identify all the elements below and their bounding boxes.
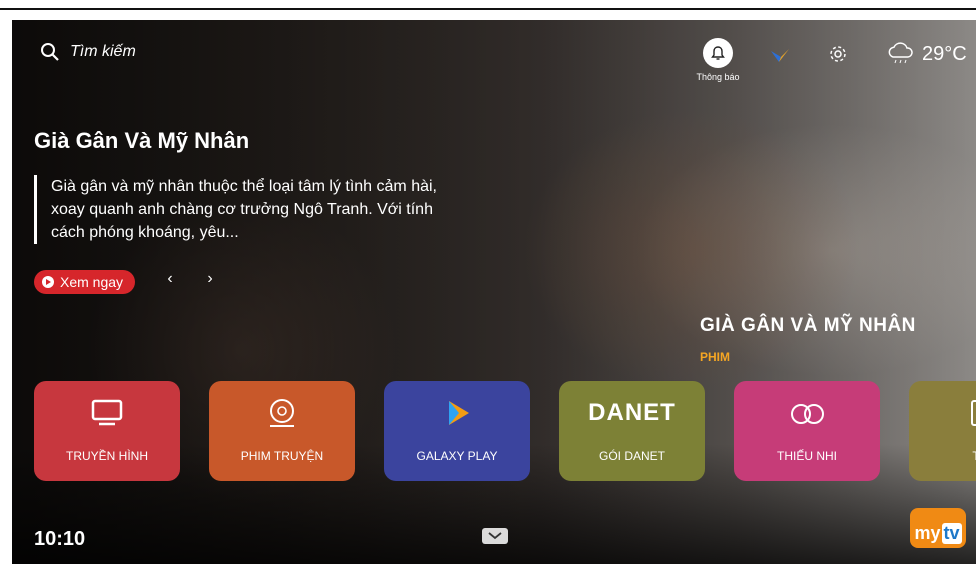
mytv-logo: my tv	[910, 508, 966, 548]
weather-widget: 29°C	[886, 42, 967, 66]
kids-icon	[734, 397, 880, 429]
window-top-border	[0, 8, 976, 10]
film-reel-icon	[209, 397, 355, 429]
tile-label: PHIM TRUYỆN	[240, 449, 324, 463]
vnpt-logo-icon[interactable]	[770, 48, 790, 69]
rain-cloud-icon	[888, 42, 913, 64]
clock: 10:10	[34, 528, 86, 550]
poster-title: GIÀ GÂN VÀ MỸ NHÂN	[700, 315, 916, 336]
tile-label: THIẾU NHI	[777, 449, 837, 463]
poster-subtitle: PHIM	[700, 350, 730, 364]
tile-label: TRUYỀN HÌNH	[65, 449, 148, 463]
watch-now-button[interactable]: Xem ngay	[34, 270, 136, 294]
tile-goi-danet[interactable]: DANET GÓI DANET	[559, 381, 705, 481]
search-bar[interactable]: Tìm kiếm	[40, 42, 136, 62]
temperature: 29°C	[922, 42, 967, 65]
tile-label: TIN	[909, 449, 976, 463]
gear-icon[interactable]	[828, 44, 848, 69]
tile-label: GÓI DANET	[598, 449, 665, 463]
hero-description: Già gân và mỹ nhân thuộc thể loại tâm lý…	[34, 175, 451, 244]
tile-thieu-nhi[interactable]: THIẾU NHI	[734, 381, 880, 481]
tile-label: GALAXY PLAY	[416, 449, 498, 463]
watch-now-label: Xem ngay	[60, 274, 124, 290]
next-banner-button[interactable]: ›	[200, 270, 220, 288]
prev-banner-button[interactable]: ‹	[160, 270, 180, 288]
tile-galaxy-play[interactable]: GALAXY PLAY	[384, 381, 530, 481]
tile-truyen-hinh[interactable]: TRUYỀN HÌNH	[34, 381, 180, 481]
search-icon	[41, 43, 59, 61]
tile-tin[interactable]: TIN	[909, 381, 976, 481]
bell-icon	[703, 38, 733, 68]
tv-icon	[34, 397, 180, 429]
news-icon	[909, 397, 976, 429]
galaxy-play-logo	[384, 397, 530, 429]
danet-logo: DANET	[588, 399, 676, 426]
notification-button[interactable]: Thông báo	[694, 38, 742, 82]
search-placeholder: Tìm kiếm	[70, 43, 136, 60]
tv-home-screen: Tìm kiếm Thông báo 29°C Già Gân Và Mỹ Nh…	[12, 20, 976, 564]
tile-phim-truyen[interactable]: PHIM TRUYỆN	[209, 381, 355, 481]
chevron-down-icon[interactable]	[482, 528, 508, 544]
play-icon	[42, 276, 54, 288]
notification-label: Thông báo	[696, 72, 740, 82]
hero-title: Già Gân Và Mỹ Nhân	[34, 128, 250, 153]
